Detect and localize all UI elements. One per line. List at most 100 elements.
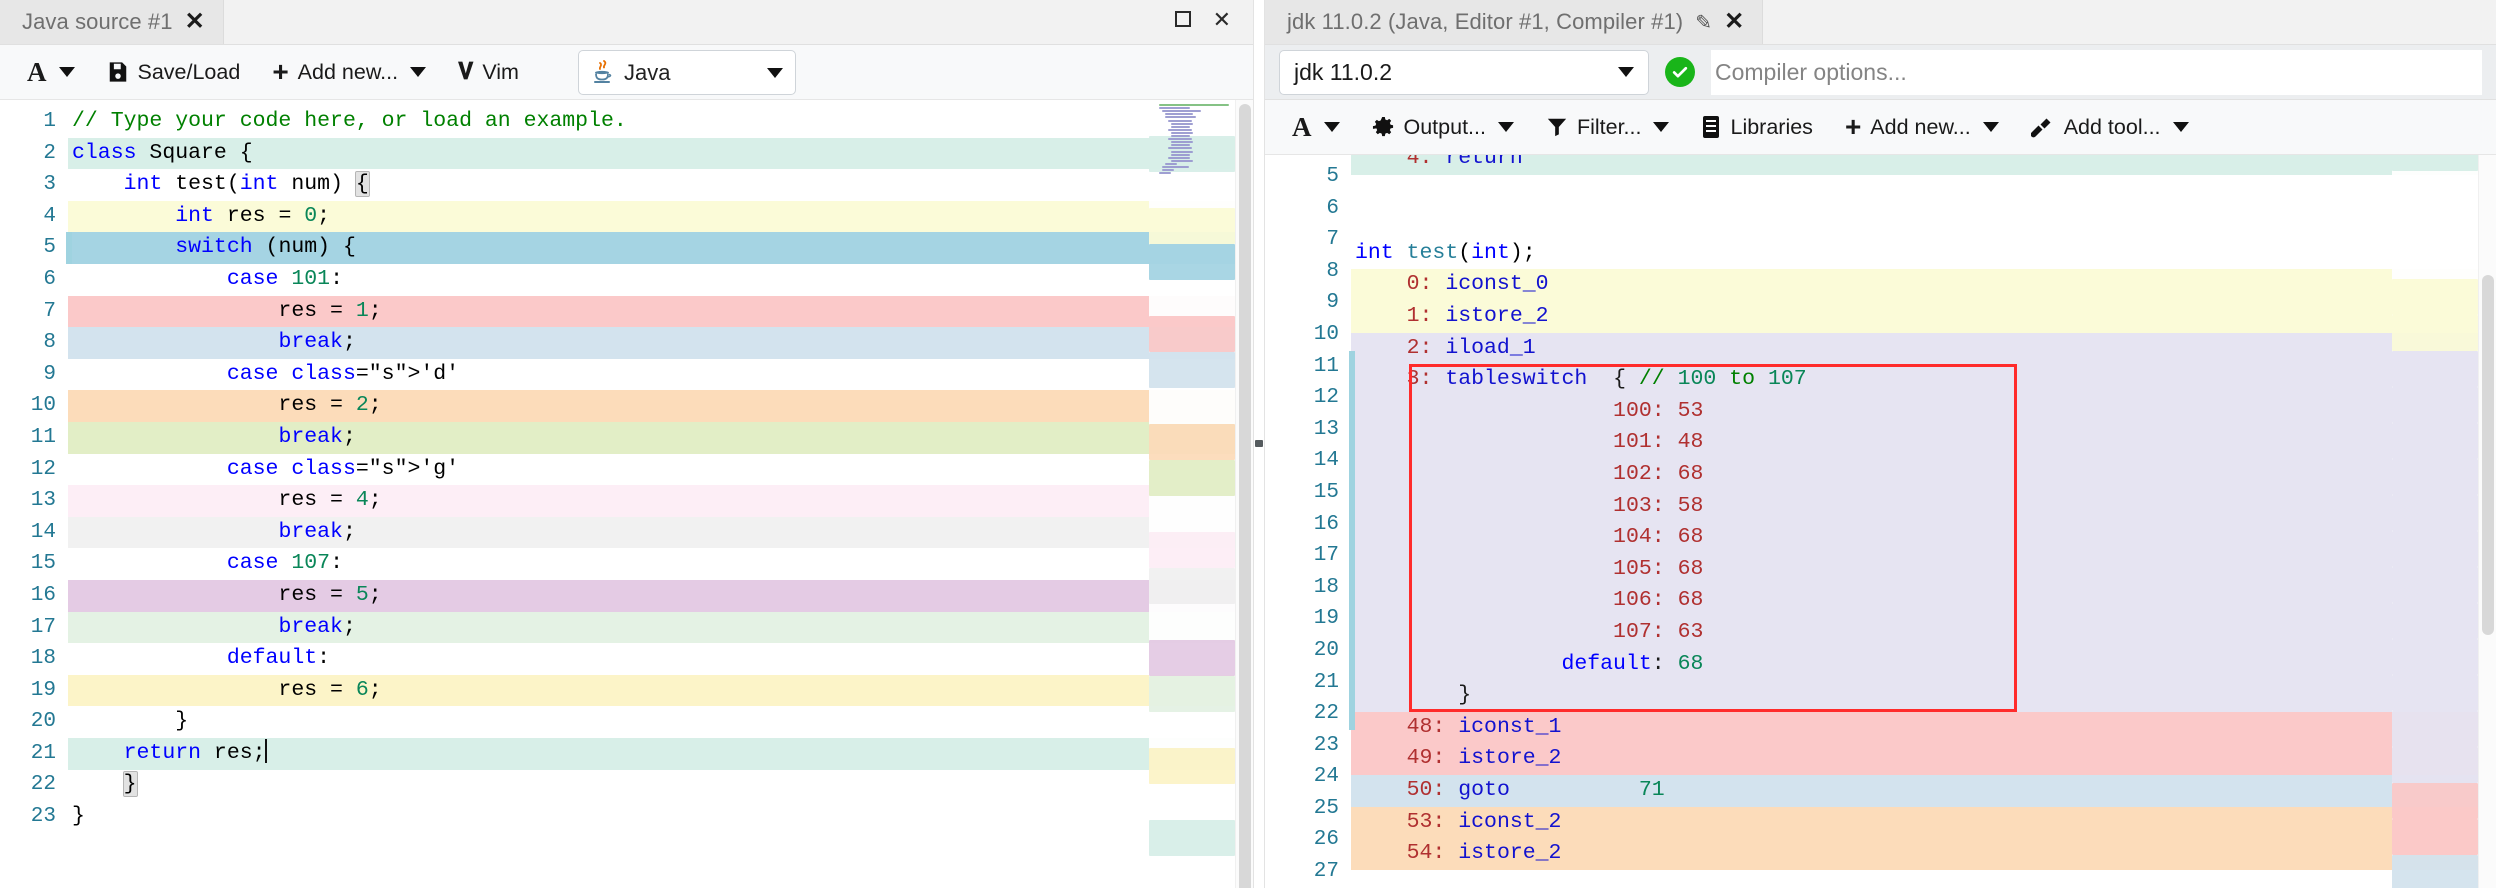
- minimap-line: [1149, 424, 1235, 460]
- line-number: 5: [0, 232, 72, 264]
- java-coffee-cup-icon: [591, 59, 615, 86]
- line-number: 15: [1265, 476, 1355, 509]
- chevron-down-icon: [2172, 122, 2189, 132]
- libraries-label: Libraries: [1730, 114, 1813, 139]
- pane-splitter[interactable]: [1253, 0, 1265, 888]
- filter-button[interactable]: Filter...: [1533, 109, 1683, 146]
- tab-title: jdk 11.0.2 (Java, Editor #1, Compiler #1…: [1287, 9, 1684, 34]
- scrollbar-thumb[interactable]: [2482, 275, 2494, 635]
- output-minimap[interactable]: [2392, 155, 2478, 888]
- add-tool-button[interactable]: Add tool...: [2018, 109, 2202, 146]
- font-a-icon: A: [1292, 111, 1312, 142]
- compiler-toolbar: A Output... Filter... Libraries + Add ne…: [1265, 100, 2496, 155]
- line-number: 17: [1265, 540, 1355, 572]
- line-number: 20: [1265, 634, 1355, 667]
- minimap-text: [1159, 107, 1190, 110]
- minimap-text: [1162, 110, 1201, 113]
- scrollbar-thumb[interactable]: [1239, 104, 1251, 888]
- minimap-line: [2392, 783, 2478, 819]
- line-number: 18: [1265, 571, 1355, 604]
- line-number: 21: [30, 741, 56, 765]
- pencil-edit-icon[interactable]: ✎: [1695, 10, 1712, 35]
- source-tab-bar: Java source #1 ✕ ✕: [0, 0, 1253, 45]
- plus-icon: +: [272, 56, 289, 87]
- chevron-down-icon: [1982, 122, 1999, 132]
- line-highlight: [1351, 206, 2496, 238]
- source-minimap[interactable]: [1149, 100, 1235, 888]
- font-size-button[interactable]: A: [1279, 106, 1353, 149]
- line-number: 14: [1265, 445, 1355, 477]
- close-icon[interactable]: ✕: [1213, 9, 1231, 31]
- compiler-select[interactable]: jdk 11.0.2: [1279, 49, 1649, 95]
- vim-button[interactable]: 𝐕 Vim: [445, 53, 532, 91]
- line-number: 18: [30, 647, 56, 671]
- close-icon[interactable]: ✕: [185, 10, 205, 34]
- minimap-line: [2392, 423, 2478, 459]
- line-highlight: [68, 801, 1253, 833]
- filter-label: Filter...: [1576, 114, 1642, 139]
- minimap-text: [1171, 159, 1193, 162]
- green-check-icon[interactable]: [1665, 57, 1695, 87]
- tab-java-source[interactable]: Java source #1 ✕: [0, 0, 224, 44]
- line-number: 24: [1313, 765, 1339, 789]
- output-vertical-scrollbar[interactable]: [2478, 155, 2496, 888]
- line-number: 10: [30, 394, 56, 418]
- line-number: 11: [30, 425, 56, 449]
- save-load-label: Save/Load: [137, 59, 241, 84]
- line-number: 6: [1326, 196, 1339, 220]
- minimap-text: [1171, 150, 1193, 153]
- chevron-down-icon: [1497, 122, 1514, 132]
- compiler-options-input[interactable]: [1711, 49, 2482, 95]
- minimap-text: [1171, 125, 1190, 128]
- add-tool-label: Add tool...: [2063, 114, 2161, 139]
- source-code-editor[interactable]: 1 2 3 4 5 6 7 8 9 10 11 12 13 14 15 16 17 18 19 20 21 22 23 //…: [0, 100, 1253, 888]
- minimap-line: [2392, 387, 2478, 423]
- language-select[interactable]: Java: [578, 50, 796, 95]
- line-number: 1: [43, 110, 56, 133]
- minimap-line: [1149, 460, 1235, 496]
- output-button[interactable]: Output...: [1359, 109, 1527, 146]
- line-number: 8: [1326, 259, 1339, 283]
- add-new-button[interactable]: + Add new...: [1832, 107, 2012, 147]
- line-number: 22: [1265, 698, 1355, 730]
- line-number: 16: [1265, 508, 1355, 541]
- add-new-label: Add new...: [1870, 114, 1971, 139]
- minimap-line: [2392, 675, 2478, 711]
- add-new-button[interactable]: + Add new...: [259, 52, 439, 92]
- save-load-button[interactable]: Save/Load: [94, 54, 254, 91]
- tab-title: Java source #1: [22, 9, 173, 34]
- minimap-line: [2392, 747, 2478, 783]
- output-code-area[interactable]: 4: return int test(int); 0: iconst_0 1: i…: [1351, 155, 2496, 888]
- language-select-value: Java: [624, 59, 671, 85]
- libraries-button[interactable]: Libraries: [1688, 109, 1825, 146]
- minimap-text: [1168, 119, 1192, 122]
- compiler-output-pane: jdk 11.0.2 (Java, Editor #1, Compiler #1…: [1265, 0, 2496, 888]
- line-number: 21: [1265, 666, 1355, 699]
- minimap-text: [1171, 153, 1190, 156]
- source-line-number-gutter: 1 2 3 4 5 6 7 8 9 10 11 12 13 14 15 16 17 18 19 20 21 22 23: [0, 100, 72, 888]
- font-size-button[interactable]: A: [14, 51, 88, 94]
- source-vertical-scrollbar[interactable]: [1235, 100, 1253, 888]
- source-code-area[interactable]: // Type your code here, or load an examp…: [68, 100, 1253, 888]
- minimap-line: [1149, 748, 1235, 784]
- minimap-text: [1168, 128, 1192, 131]
- add-new-label: Add new...: [297, 59, 399, 84]
- line-number: 8: [43, 331, 56, 355]
- vim-icon: 𝐕: [458, 59, 474, 84]
- line-number: 11: [1265, 350, 1355, 383]
- minimap-line: [2392, 315, 2478, 351]
- line-number: 12: [30, 457, 56, 481]
- maximize-icon[interactable]: [1174, 9, 1191, 31]
- minimap-line: [1149, 568, 1235, 604]
- minimap-text: [1171, 141, 1193, 144]
- tab-compiler-jdk[interactable]: jdk 11.0.2 (Java, Editor #1, Compiler #1…: [1265, 0, 1764, 44]
- bytecode-output-editor[interactable]: 5 6 7 8 9 10 11 12 13 14 15 16 17 18 19 20 21 22 23 24 25 26 2…: [1265, 155, 2496, 888]
- close-icon[interactable]: ✕: [1724, 10, 1744, 34]
- source-toolbar: A Save/Load + Add new... 𝐕 Vim Java: [0, 45, 1253, 100]
- minimap-text: [1168, 156, 1190, 159]
- minimap-line: [2392, 351, 2478, 387]
- splitter-grip[interactable]: [1255, 440, 1263, 447]
- minimap-line: [1149, 352, 1235, 388]
- line-number: 7: [1326, 228, 1339, 252]
- line-number: 20: [30, 710, 56, 734]
